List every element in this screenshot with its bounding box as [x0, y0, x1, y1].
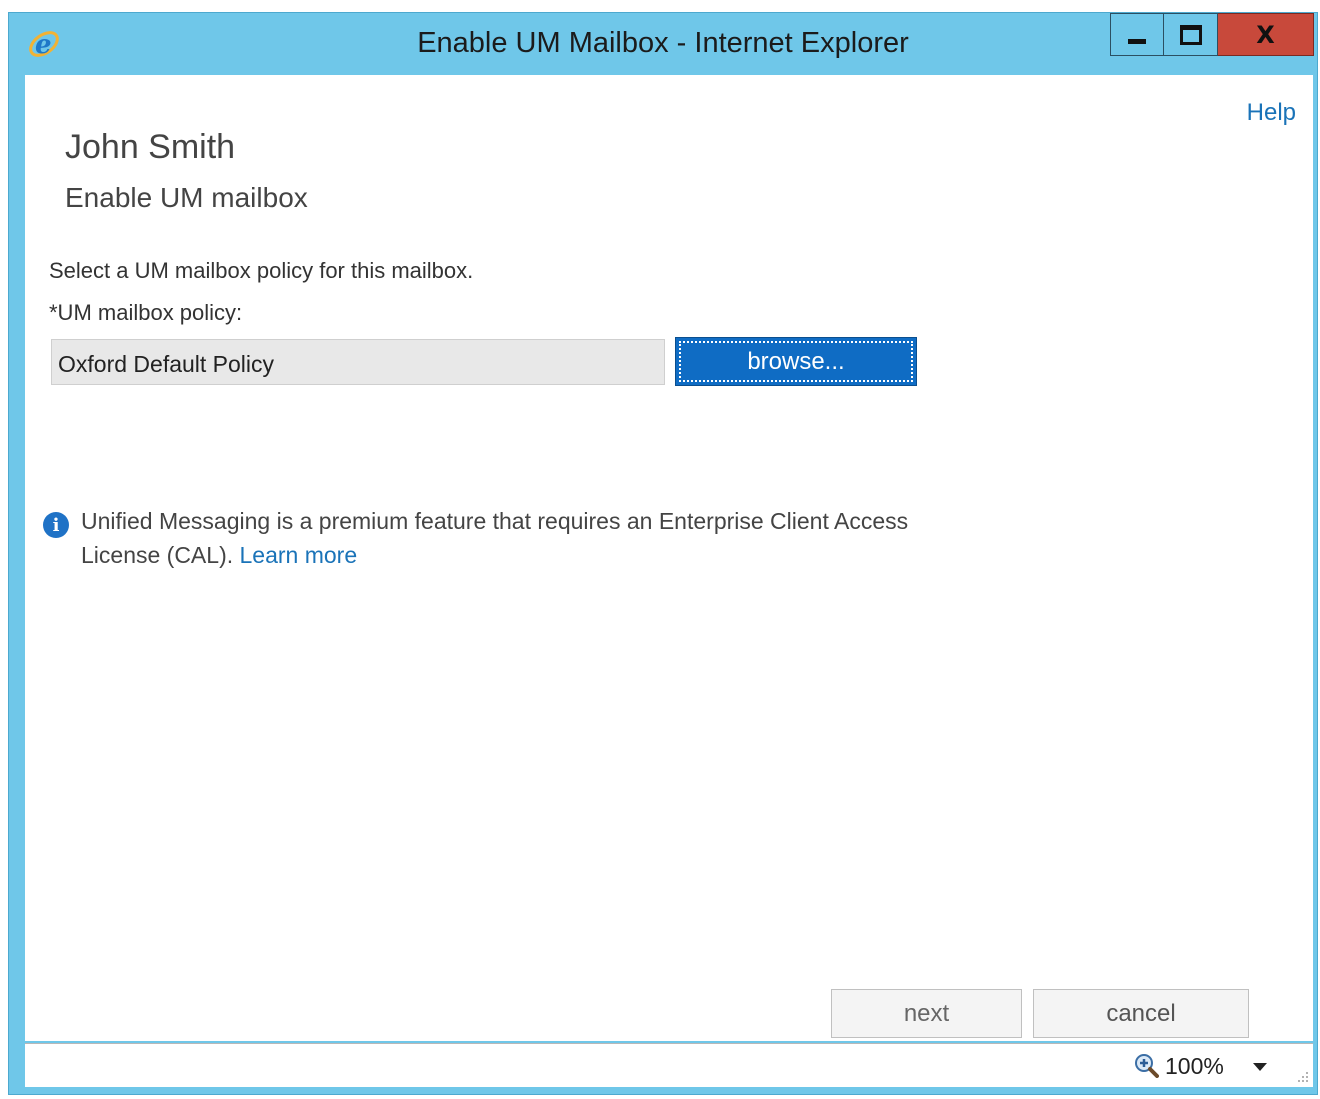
info-message-text: Unified Messaging is a premium feature t… [81, 508, 909, 568]
policy-field[interactable]: Oxford Default Policy [51, 339, 665, 385]
resize-grip-icon[interactable] [1297, 1071, 1309, 1083]
maximize-icon [1179, 24, 1202, 45]
status-bar: 100% [25, 1043, 1313, 1087]
zoom-icon[interactable] [1133, 1052, 1159, 1078]
cancel-button[interactable]: cancel [1033, 989, 1249, 1038]
info-message: Unified Messaging is a premium feature t… [81, 504, 961, 572]
minimize-button[interactable] [1110, 13, 1164, 56]
window-controls: X [1110, 13, 1314, 57]
zoom-level[interactable]: 100% [1165, 1053, 1224, 1080]
user-name-heading: John Smith [65, 128, 236, 166]
next-button[interactable]: next [831, 989, 1022, 1038]
maximize-button[interactable] [1164, 13, 1218, 56]
chevron-down-icon[interactable] [1253, 1063, 1267, 1071]
policy-field-label: *UM mailbox policy: [49, 300, 243, 325]
page-subtitle: Enable UM mailbox [65, 182, 308, 213]
learn-more-link[interactable]: Learn more [240, 542, 358, 568]
title-bar[interactable]: e Enable UM Mailbox - Internet Explorer … [9, 13, 1317, 75]
browser-window: e Enable UM Mailbox - Internet Explorer … [8, 12, 1318, 1095]
minimize-icon [1128, 39, 1146, 44]
browse-button[interactable]: browse... [675, 337, 917, 386]
instruction-text: Select a UM mailbox policy for this mail… [49, 258, 474, 283]
info-icon: i [43, 512, 69, 538]
dialog-content: Help John Smith Enable UM mailbox Select… [25, 75, 1313, 1041]
close-icon: X [1256, 20, 1275, 49]
help-link[interactable]: Help [1247, 99, 1296, 127]
close-button[interactable]: X [1218, 13, 1314, 56]
